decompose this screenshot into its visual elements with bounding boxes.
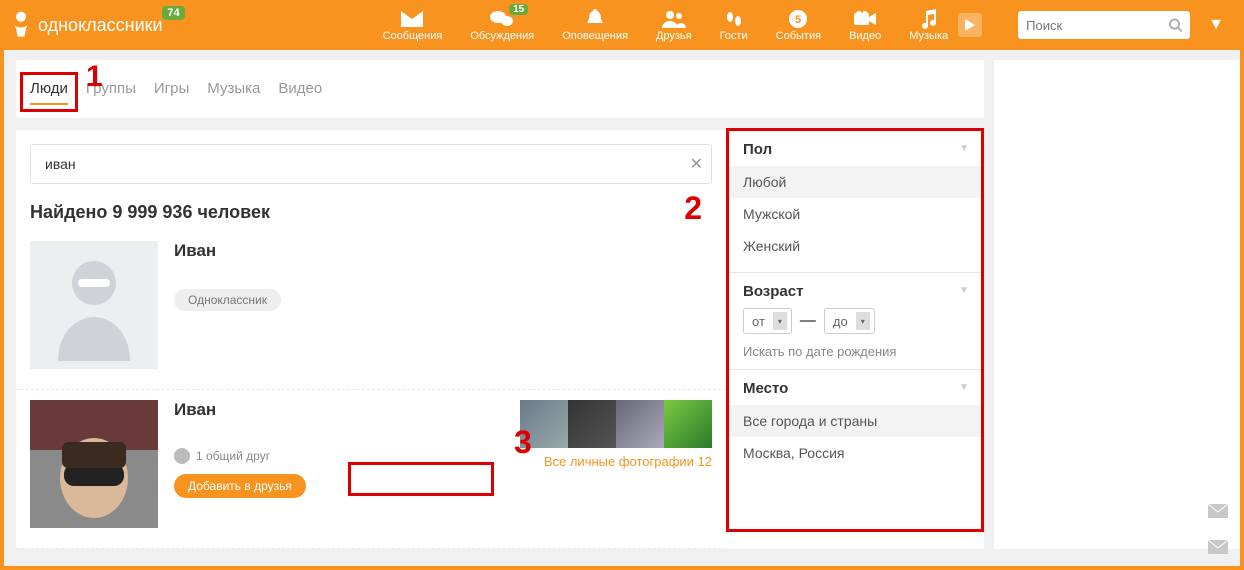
footprints-icon: [721, 8, 747, 30]
envelope-icon[interactable]: [1208, 504, 1228, 518]
discuss-badge: 15: [509, 4, 528, 15]
tab-video[interactable]: Видео: [278, 80, 322, 105]
mutual-friends[interactable]: 1 общий друг: [174, 448, 504, 464]
collapse-caret-icon[interactable]: ▼: [959, 143, 969, 154]
nav-guests[interactable]: Гости: [720, 8, 748, 42]
collapse-caret-icon[interactable]: ▼: [959, 382, 969, 393]
person-silhouette-icon: [46, 249, 142, 361]
annotation-1: 1: [86, 60, 103, 94]
gender-option-any[interactable]: Любой: [729, 166, 981, 198]
gender-option-male[interactable]: Мужской: [743, 198, 967, 230]
header-search-input[interactable]: [1026, 18, 1169, 33]
user-photo-icon: [30, 400, 158, 528]
bell-icon: [582, 8, 608, 30]
gender-option-female[interactable]: Женский: [743, 230, 967, 262]
nav-discussions[interactable]: 15 Обсуждения: [470, 8, 534, 42]
add-friend-button[interactable]: Добавить в друзья: [174, 474, 306, 498]
photo-thumbnails[interactable]: [520, 400, 712, 448]
thumbnail[interactable]: [568, 400, 616, 448]
search-tabs: Люди Группы Игры Музыка Видео: [16, 60, 984, 118]
play-icon: [965, 19, 975, 31]
dropdown-caret-icon: ▾: [773, 312, 787, 330]
nav-friends[interactable]: Друзья: [656, 8, 692, 42]
nav-music[interactable]: Музыка: [909, 8, 948, 42]
thumbnail[interactable]: [616, 400, 664, 448]
floating-message-icons: [1208, 504, 1228, 554]
play-button[interactable]: [958, 13, 982, 37]
page-body: Люди Группы Игры Музыка Видео ✕ Найдено …: [0, 50, 1244, 549]
right-sidebar: [994, 60, 1244, 549]
search-by-dob-link[interactable]: Искать по дате рождения: [743, 344, 967, 359]
nav-events[interactable]: 5 События: [776, 8, 821, 42]
mutual-friend-avatar-icon: [174, 448, 190, 464]
filter-age: Возраст ▼ от▾ — до▾ Искать по дате рожде…: [729, 273, 981, 370]
people-search-input[interactable]: [39, 156, 690, 172]
result-card-1: Иван Одноклассник: [16, 231, 726, 390]
dropdown-caret-icon: ▾: [856, 312, 870, 330]
search-icon: [1169, 18, 1182, 32]
site-logo[interactable]: одноклассники 74: [10, 10, 163, 40]
result-name[interactable]: Иван: [174, 400, 504, 420]
tab-games[interactable]: Игры: [154, 80, 189, 105]
tab-people[interactable]: Люди: [30, 80, 68, 105]
result-card-2: Иван 1 общий друг Добавить в друзья 3: [16, 390, 726, 549]
age-from-select[interactable]: от▾: [743, 308, 792, 334]
avatar-placeholder[interactable]: [30, 241, 158, 369]
filter-gender: Пол ▼ Любой Мужской Женский: [729, 131, 981, 273]
thumbnail[interactable]: [664, 400, 712, 448]
main-column: Люди Группы Игры Музыка Видео ✕ Найдено …: [16, 60, 984, 549]
avatar-photo[interactable]: [30, 400, 158, 528]
result-name[interactable]: Иван: [174, 241, 712, 261]
main-header: одноклассники 74 Сообщения 15 Обсуждения…: [0, 0, 1244, 50]
music-note-icon: [916, 8, 942, 30]
filters-panel: Пол ▼ Любой Мужской Женский Возраст ▼ от…: [726, 130, 984, 549]
video-camera-icon: [852, 8, 878, 30]
collapse-caret-icon[interactable]: ▼: [959, 285, 969, 296]
top-toolbar: Сообщения 15 Обсуждения Оповещения Друзь…: [383, 8, 949, 42]
nav-video[interactable]: Видео: [849, 8, 881, 42]
notifications-count-badge: 74: [162, 6, 184, 20]
svg-text:5: 5: [795, 14, 801, 26]
coin-icon: 5: [785, 8, 811, 30]
results-count: Найдено 9 999 936 человек 2: [16, 184, 726, 231]
header-menu-caret[interactable]: ▼: [1198, 6, 1234, 44]
age-to-select[interactable]: до▾: [824, 308, 875, 334]
envelope-icon: [399, 8, 425, 30]
envelope-icon[interactable]: [1208, 540, 1228, 554]
tab-music[interactable]: Музыка: [207, 80, 260, 105]
all-photos-link[interactable]: Все личные фотографии 12: [520, 454, 712, 469]
nav-alerts[interactable]: Оповещения: [562, 8, 628, 42]
results-column: ✕ Найдено 9 999 936 человек 2 Иван Однок…: [16, 130, 726, 549]
ok-logo-icon: [10, 10, 32, 40]
header-search[interactable]: [1018, 11, 1190, 39]
nav-messages[interactable]: Сообщения: [383, 8, 443, 42]
filter-place: Место ▼ Все города и страны Москва, Росс…: [729, 370, 981, 529]
people-search-field[interactable]: ✕: [30, 144, 712, 184]
site-name: одноклассники: [38, 15, 163, 36]
annotation-box-3: [348, 462, 494, 496]
relation-tag[interactable]: Одноклассник: [174, 289, 281, 311]
clear-search-icon[interactable]: ✕: [690, 154, 703, 174]
place-option-all[interactable]: Все города и страны: [729, 405, 981, 437]
annotation-2: 2: [684, 190, 702, 227]
people-icon: [661, 8, 687, 30]
place-option-moscow[interactable]: Москва, Россия: [743, 437, 967, 469]
annotation-3: 3: [514, 424, 532, 461]
